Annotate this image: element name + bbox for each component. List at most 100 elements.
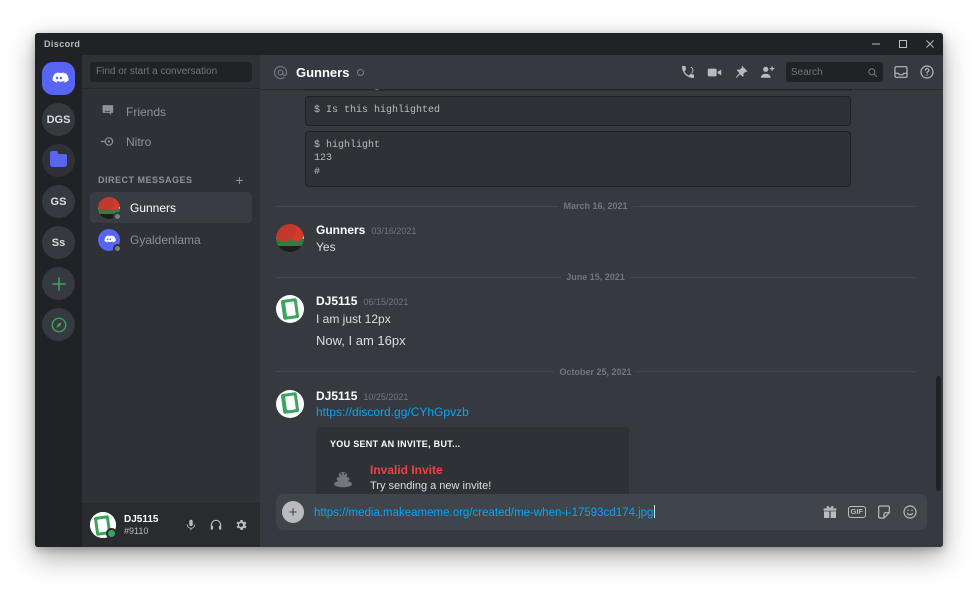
app-body: DGS GS Ss Find or start a conversation F…: [35, 55, 943, 547]
message-list-inner: $ something above $ Is this highlighted …: [260, 89, 943, 494]
create-dm-button[interactable]: +: [235, 173, 244, 187]
explore-servers-button[interactable]: [42, 308, 75, 341]
message-group: DJ5115 10/25/2021 https://discord.gg/CYh…: [260, 387, 935, 494]
dm-sidebar: Find or start a conversation Friends Nit…: [82, 55, 260, 547]
date-divider: June 15, 2021: [276, 272, 916, 282]
invite-error-subtitle: Try sending a new invite!: [370, 479, 492, 492]
message-text: Now, I am 16px: [316, 333, 406, 349]
dm-item-gunners[interactable]: Gunners: [90, 192, 252, 223]
message-header: DJ5115 10/25/2021: [316, 389, 915, 403]
invite-error-title: Invalid Invite: [370, 462, 443, 477]
message-text: I am just 12px: [316, 311, 391, 326]
date-divider: October 25, 2021: [276, 366, 916, 377]
divider-line: [276, 371, 555, 373]
attach-file-button[interactable]: +: [282, 501, 304, 523]
message-input[interactable]: https://media.makeameme.org/created/me-w…: [304, 505, 822, 519]
avatar[interactable]: [90, 512, 117, 539]
user-actions: [180, 514, 252, 536]
code-block: $ Is this highlighted: [305, 96, 851, 126]
invite-link[interactable]: https://discord.gg/CYhGpvzb: [316, 405, 469, 419]
date-label: March 16, 2021: [563, 201, 628, 211]
search-icon: [867, 67, 878, 78]
sidebar-item-folder[interactable]: [42, 144, 75, 177]
friends-icon: [98, 103, 116, 121]
avatar: [98, 228, 122, 253]
add-server-button[interactable]: [42, 267, 75, 300]
window-controls: [862, 33, 943, 55]
start-video-call-icon[interactable]: [706, 64, 723, 81]
message-list[interactable]: $ something above $ Is this highlighted …: [260, 89, 943, 494]
page-title: Gunners: [296, 64, 350, 80]
status-badge: [113, 211, 122, 221]
search-placeholder: Search: [791, 66, 823, 78]
sidebar-item-friends[interactable]: Friends: [90, 97, 252, 126]
user-discriminator: #9110: [124, 525, 149, 536]
add-friends-icon[interactable]: [759, 64, 776, 81]
microphone-icon[interactable]: [180, 514, 202, 536]
guild-label: DGS: [46, 113, 71, 126]
message-body: DJ5115 10/25/2021 https://discord.gg/CYh…: [316, 389, 915, 494]
divider-line: [636, 371, 916, 373]
divider-line: [632, 205, 916, 207]
sidebar-item-label: Nitro: [126, 134, 152, 149]
message-author[interactable]: DJ5115: [316, 294, 357, 308]
minimize-icon[interactable]: [862, 33, 889, 55]
status-badge: [106, 528, 117, 539]
message-timestamp: 06/15/2021: [363, 297, 409, 308]
inbox-icon[interactable]: [893, 64, 909, 80]
search-input[interactable]: Find or start a conversation: [90, 61, 252, 82]
guild-label: Ss: [51, 236, 66, 249]
code-block: $ highlight 123 #: [305, 130, 851, 187]
start-voice-call-icon[interactable]: [680, 64, 696, 80]
dm-item-label: Gyaldenlama: [130, 232, 201, 247]
avatar[interactable]: [276, 295, 304, 324]
message-timestamp: 03/16/2021: [371, 226, 417, 236]
text-caret: [654, 505, 656, 518]
message-composer[interactable]: + https://media.makeameme.org/created/me…: [276, 494, 927, 530]
status-badge: [113, 243, 122, 253]
avatar[interactable]: [276, 224, 304, 252]
divider-line: [276, 205, 559, 207]
dm-item-label: Gunners: [130, 200, 177, 215]
chat-header: Gunners Search: [260, 55, 943, 89]
gif-icon[interactable]: GIF: [847, 506, 866, 518]
dm-item-gyaldenlama[interactable]: Gyaldenlama: [90, 224, 252, 255]
date-label: October 25, 2021: [559, 366, 632, 377]
emoji-icon[interactable]: [902, 504, 918, 520]
sidebar-item-home[interactable]: [42, 62, 75, 95]
pinned-messages-icon[interactable]: [733, 64, 749, 80]
code-block-clipped: $ something above: [305, 89, 851, 91]
message-author[interactable]: DJ5115: [316, 389, 357, 403]
user-identity[interactable]: DJ5115 #9110: [124, 514, 158, 536]
gear-icon[interactable]: [230, 514, 252, 536]
divider-line: [629, 276, 916, 278]
avatar[interactable]: [276, 389, 304, 418]
message-scrollbar[interactable]: [936, 376, 941, 491]
message-author[interactable]: Gunners: [316, 223, 365, 237]
compass-icon: [51, 317, 66, 332]
sidebar-item-gs[interactable]: GS: [42, 185, 75, 218]
message-header: DJ5115 06/15/2021: [316, 294, 915, 308]
headphones-icon[interactable]: [205, 514, 227, 536]
sticker-icon[interactable]: [876, 504, 892, 520]
gift-icon[interactable]: [822, 504, 838, 520]
sidebar-item-ss[interactable]: Ss: [42, 226, 75, 259]
close-icon[interactable]: [916, 33, 943, 55]
message-text: Yes: [316, 240, 336, 255]
sidebar-item-dgs[interactable]: DGS: [42, 103, 75, 136]
nitro-icon: [98, 133, 116, 151]
avatar-glyph: [280, 298, 300, 321]
sidebar-item-nitro[interactable]: Nitro: [90, 127, 252, 156]
folder-icon: [50, 151, 67, 167]
status-badge: [357, 68, 365, 76]
help-icon[interactable]: [919, 64, 935, 80]
invite-embed-text: Invalid Invite Try sending a new invite!: [370, 463, 491, 492]
search-input[interactable]: Search: [786, 62, 883, 82]
invite-embed: YOU SENT AN INVITE, BUT... Invalid Invit…: [316, 426, 629, 494]
maximize-icon[interactable]: [889, 33, 916, 55]
message-input-value: https://media.makeameme.org/created/me-w…: [314, 507, 654, 519]
plus-icon: [51, 276, 66, 291]
composer-wrapper: + https://media.makeameme.org/created/me…: [260, 494, 943, 547]
chat-area: Gunners Search $ Is this highlighted $ h…: [260, 55, 943, 547]
discord-window: Discord DGS GS Ss Find or start a conver…: [35, 33, 943, 547]
